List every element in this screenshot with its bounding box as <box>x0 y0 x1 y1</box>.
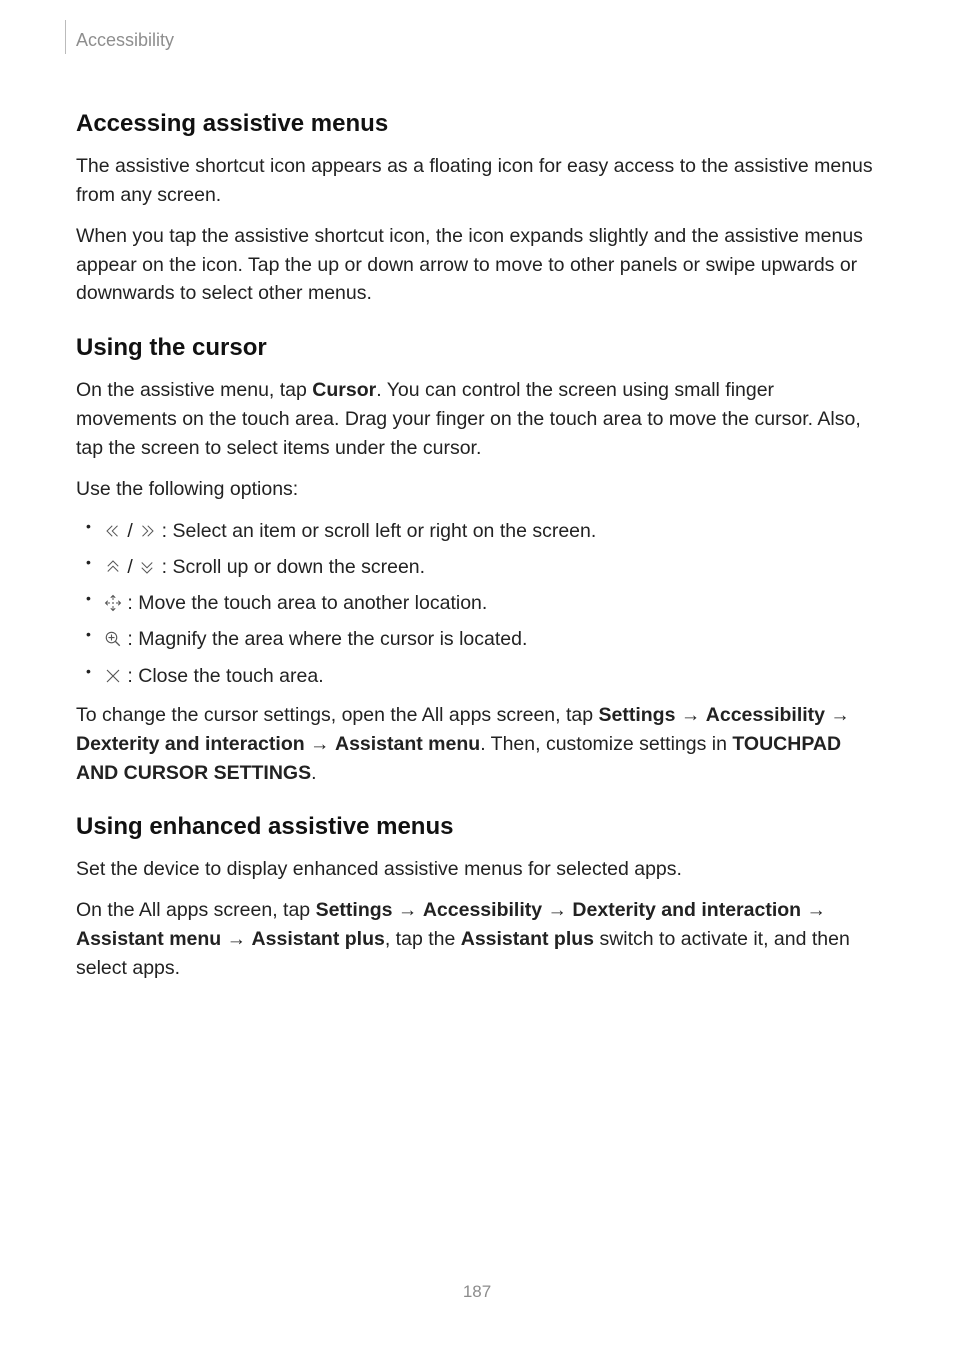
text: . Then, customize settings in <box>480 733 732 755</box>
magnify-icon <box>104 630 122 648</box>
heading-accessing-assistive-menus: Accessing assistive menus <box>76 110 878 138</box>
para-s1-1: The assistive shortcut icon appears as a… <box>76 152 878 210</box>
header-divider <box>65 20 66 54</box>
chev-up-double-icon <box>104 558 122 576</box>
bold-cursor: Cursor <box>312 379 376 401</box>
text: On the All apps screen, tap <box>76 899 316 921</box>
para-s2-1: On the assistive menu, tap Cursor. You c… <box>76 376 878 463</box>
list-item-text: : Scroll up or down the screen. <box>156 556 425 578</box>
bold-settings: Settings <box>599 704 676 726</box>
list-item: / : Select an item or scroll left or rig… <box>76 516 878 546</box>
bold-accessibility: Accessibility <box>423 899 542 921</box>
list-item: : Magnify the area where the cursor is l… <box>76 624 878 654</box>
text: To change the cursor settings, open the … <box>76 704 599 726</box>
page: Accessibility Accessing assistive menus … <box>0 0 954 1350</box>
list-item-text: : Magnify the area where the cursor is l… <box>122 628 527 650</box>
bold-assistant-plus: Assistant plus <box>252 928 385 950</box>
chev-left-double-icon <box>104 522 122 540</box>
header-label: Accessibility <box>76 30 174 51</box>
list-item: / : Scroll up or down the screen. <box>76 552 878 582</box>
page-content: Accessing assistive menus The assistive … <box>76 110 878 983</box>
list-item: : Move the touch area to another locatio… <box>76 588 878 618</box>
arrow: → <box>675 704 705 726</box>
options-list: / : Select an item or scroll left or rig… <box>76 516 878 691</box>
bold-dexterity: Dexterity and interaction <box>572 899 801 921</box>
chev-right-double-icon <box>138 522 156 540</box>
text: , tap the <box>385 928 461 950</box>
arrow: → <box>801 899 826 921</box>
bold-settings: Settings <box>316 899 393 921</box>
text: . <box>311 762 316 784</box>
chev-down-double-icon <box>138 558 156 576</box>
para-s3-2: On the All apps screen, tap Settings → A… <box>76 896 878 983</box>
page-number: 187 <box>0 1282 954 1302</box>
arrow: → <box>305 733 335 755</box>
bold-assistant-plus-2: Assistant plus <box>461 928 594 950</box>
para-s2-3: To change the cursor settings, open the … <box>76 701 878 788</box>
para-s2-2: Use the following options: <box>76 475 878 504</box>
arrow: → <box>542 899 572 921</box>
text-slash: / <box>122 556 138 578</box>
list-item-text: : Move the touch area to another locatio… <box>122 592 487 614</box>
move-icon <box>104 594 122 612</box>
bold-accessibility: Accessibility <box>706 704 825 726</box>
arrow: → <box>825 704 850 726</box>
text: On the assistive menu, tap <box>76 379 312 401</box>
close-x-icon <box>104 667 122 685</box>
list-item: : Close the touch area. <box>76 661 878 691</box>
heading-using-the-cursor: Using the cursor <box>76 334 878 362</box>
list-item-text: : Close the touch area. <box>122 665 324 687</box>
para-s1-2: When you tap the assistive shortcut icon… <box>76 222 878 309</box>
text-slash: / <box>122 520 138 542</box>
para-s3-1: Set the device to display enhanced assis… <box>76 855 878 884</box>
bold-assistant-menu: Assistant menu <box>335 733 480 755</box>
bold-dexterity: Dexterity and interaction <box>76 733 305 755</box>
bold-assistant-menu: Assistant menu <box>76 928 221 950</box>
arrow: → <box>221 928 251 950</box>
list-item-text: : Select an item or scroll left or right… <box>156 520 596 542</box>
heading-using-enhanced: Using enhanced assistive menus <box>76 813 878 841</box>
arrow: → <box>393 899 423 921</box>
